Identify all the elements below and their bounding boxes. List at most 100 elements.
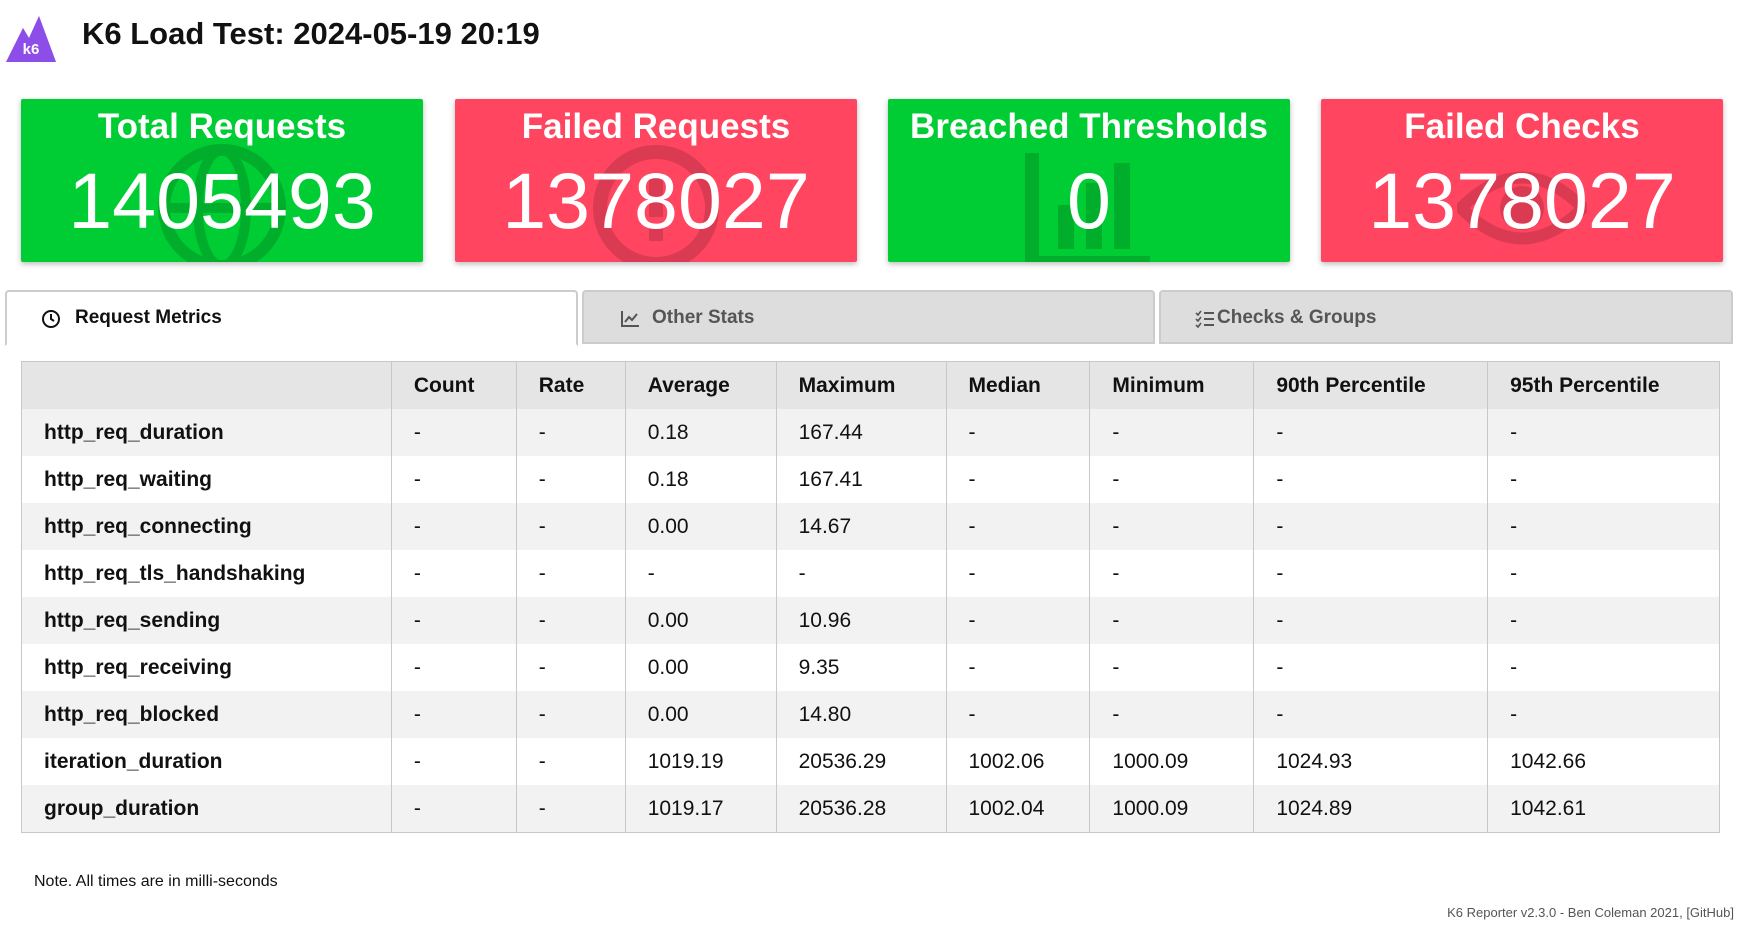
metric-value-cell: -: [1487, 503, 1720, 550]
card-value: 1405493: [68, 156, 376, 245]
metric-value-cell: -: [1253, 456, 1488, 503]
metric-value-cell: 1000.09: [1089, 785, 1254, 833]
tab-label: Request Metrics: [75, 307, 222, 328]
card-failed-checks: Failed Checks 1378027: [1321, 99, 1723, 262]
metric-value-cell: -: [515, 738, 626, 785]
metric-value-cell: 1024.89: [1253, 785, 1488, 833]
header: k6 K6 Load Test: 2024-05-19 20:19: [0, 0, 1742, 80]
metric-value-cell: -: [1089, 409, 1254, 456]
metric-value-cell: -: [515, 785, 626, 833]
metric-value-cell: -: [1253, 550, 1488, 597]
metric-value-cell: -: [1487, 456, 1720, 503]
metric-value-cell: -: [390, 785, 517, 833]
metric-value-cell: -: [515, 456, 626, 503]
metric-value-cell: -: [390, 597, 517, 644]
metric-value-cell: -: [1253, 409, 1488, 456]
github-link[interactable]: [GitHub]: [1686, 905, 1734, 920]
metric-value-cell: -: [1089, 550, 1254, 597]
card-value: 1378027: [502, 156, 810, 245]
column-header-median: Median: [945, 361, 1090, 409]
metric-value-cell: 1002.06: [945, 738, 1090, 785]
metric-value-cell: -: [515, 691, 626, 738]
metric-value-cell: 14.80: [775, 691, 946, 738]
metric-value-cell: -: [390, 456, 517, 503]
column-header: [21, 361, 392, 409]
k6-logo: k6: [6, 16, 56, 62]
metric-value-cell: -: [945, 503, 1090, 550]
card-breached-thresholds: Breached Thresholds 0: [888, 99, 1290, 262]
tab-label: Other Stats: [652, 307, 755, 328]
metric-value-cell: -: [945, 691, 1090, 738]
table-row: http_req_connecting - -0.00 14.67- - - -: [21, 503, 1720, 550]
tab-request-metrics[interactable]: Request Metrics: [5, 290, 578, 346]
card-total-requests: Total Requests 1405493: [21, 99, 423, 262]
metric-value-cell: -: [775, 550, 946, 597]
metric-value-cell: -: [1089, 456, 1254, 503]
metric-value-cell: -: [1487, 409, 1720, 456]
table-row: http_req_waiting - -0.18 167.41- - - -: [21, 456, 1720, 503]
metric-value-cell: -: [1089, 503, 1254, 550]
metric-name-cell: http_req_waiting: [44, 467, 213, 491]
summary-cards: Total Requests 1405493 Failed Requests 1…: [21, 99, 1723, 264]
metric-value-cell: -: [390, 503, 517, 550]
metric-value-cell: 1000.09: [1089, 738, 1254, 785]
footer: K6 Reporter v2.3.0 - Ben Coleman 2021, […: [1447, 905, 1734, 921]
table-body: http_req_duration - -0.18 167.44- - - - http_re…: [21, 409, 1720, 833]
metric-value-cell: 1019.19: [624, 738, 777, 785]
table-header-row: Count Rate Average Maximum Median Minimu…: [21, 361, 1720, 409]
metric-value-cell: -: [390, 550, 517, 597]
metric-name-cell: http_req_connecting: [44, 514, 252, 538]
metric-value-cell: -: [945, 644, 1090, 691]
metric-value-cell: -: [515, 409, 626, 456]
card-title: Total Requests: [97, 107, 347, 146]
metric-value-cell: 0.00: [624, 503, 777, 550]
metric-value-cell: 20536.29: [775, 738, 946, 785]
metric-value-cell: 14.67: [775, 503, 946, 550]
table-row: http_req_receiving - -0.00 9.35- - - -: [21, 644, 1720, 691]
metric-value-cell: -: [945, 597, 1090, 644]
tab-other-stats[interactable]: Other Stats: [582, 290, 1155, 344]
metric-value-cell: -: [1089, 691, 1254, 738]
metric-value-cell: 20536.28: [775, 785, 946, 833]
metric-value-cell: -: [1487, 550, 1720, 597]
card-title: Failed Checks: [1404, 107, 1640, 146]
metric-value-cell: 0.00: [624, 691, 777, 738]
table-row: http_req_duration - -0.18 167.44- - - -: [21, 409, 1720, 456]
metric-value-cell: -: [390, 644, 517, 691]
metric-value-cell: 0.00: [624, 597, 777, 644]
metric-value-cell: 0.18: [624, 409, 777, 456]
table-row: http_req_tls_handshaking - - - - - - - -: [21, 550, 1720, 597]
metric-name-cell: group_duration: [44, 796, 200, 820]
metric-name-cell: http_req_sending: [44, 608, 221, 632]
table-row: http_req_blocked - -0.00 14.80- - - -: [21, 691, 1720, 738]
metric-value-cell: -: [1089, 597, 1254, 644]
metric-value-cell: -: [1487, 597, 1720, 644]
clock-icon: [42, 310, 60, 328]
metric-value-cell: 10.96: [775, 597, 946, 644]
metric-value-cell: -: [390, 691, 517, 738]
note-text: Note. All times are in milli-seconds: [34, 873, 278, 890]
chart-line-icon: [621, 311, 639, 327]
metric-name-cell: http_req_blocked: [44, 702, 220, 726]
column-header-rate: Rate: [515, 361, 626, 409]
metric-name-cell: http_req_tls_handshaking: [44, 561, 306, 585]
metric-value-cell: -: [390, 409, 517, 456]
table-row: group_duration - -1019.17 20536.28 1002.04 10…: [21, 785, 1720, 833]
page-title: K6 Load Test: 2024-05-19 20:19: [82, 16, 540, 51]
request-metrics-table: Count Rate Average Maximum Median Minimu…: [21, 361, 1720, 833]
tab-checks-groups[interactable]: Checks & Groups: [1159, 290, 1733, 344]
column-header-p90: 90th Percentile: [1253, 361, 1488, 409]
column-header-p95: 95th Percentile: [1487, 361, 1720, 409]
table-row: iteration_duration - -1019.19 20536.29 1002.…: [21, 738, 1720, 785]
tab-bar: Request Metrics Other Stats Checks & Gro…: [5, 290, 1733, 346]
metric-value-cell: 167.41: [775, 456, 946, 503]
metric-value-cell: 1002.04: [945, 785, 1090, 833]
column-header-minimum: Minimum: [1089, 361, 1254, 409]
metric-value-cell: 0.00: [624, 644, 777, 691]
list-check-icon: [1195, 310, 1214, 329]
metric-value-cell: -: [1487, 691, 1720, 738]
metric-value-cell: 1019.17: [624, 785, 777, 833]
card-value: 0: [1067, 156, 1111, 245]
metric-value-cell: 167.44: [775, 409, 946, 456]
metric-value-cell: -: [515, 503, 626, 550]
